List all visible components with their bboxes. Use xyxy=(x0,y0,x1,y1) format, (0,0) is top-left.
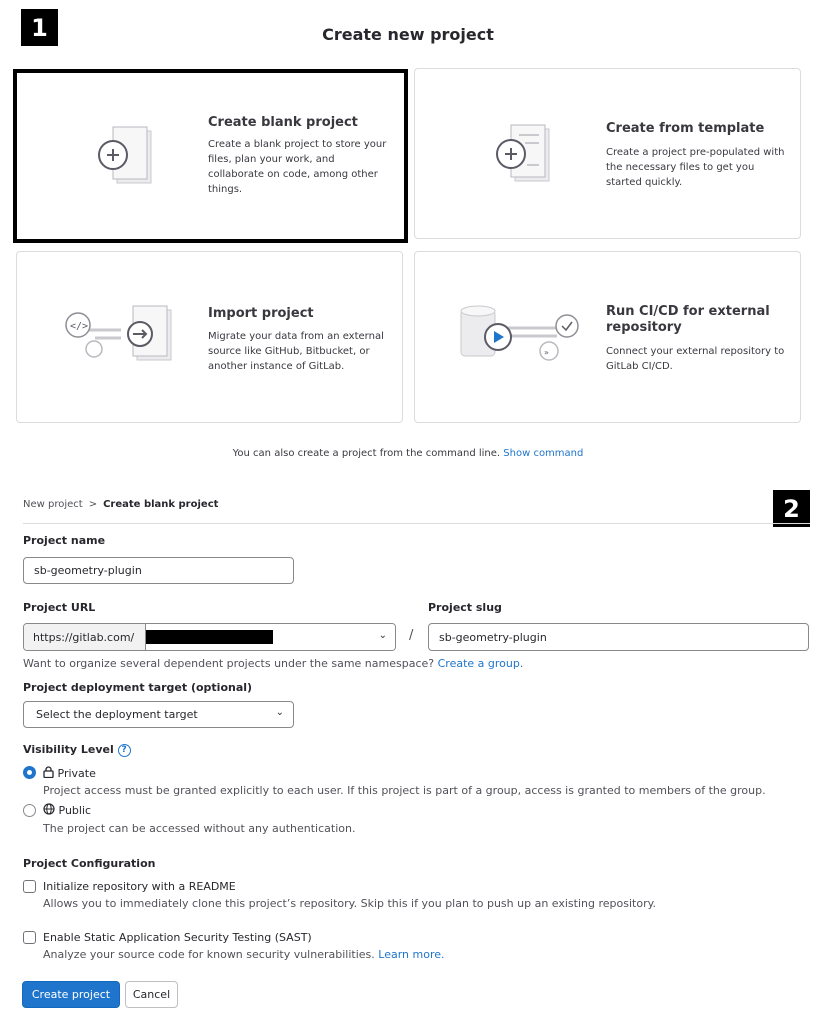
svg-text:</>: </> xyxy=(70,321,88,332)
public-option-help: The project can be accessed without any … xyxy=(43,822,356,835)
blank-project-illustration xyxy=(98,126,152,184)
lock-icon xyxy=(43,766,54,779)
project-slug-input[interactable]: sb-geometry-plugin xyxy=(428,623,809,651)
command-line-text: You can also create a project from the c… xyxy=(232,448,501,459)
cancel-button[interactable]: Cancel xyxy=(125,981,178,1008)
public-option-label: Public xyxy=(43,803,91,817)
visibility-level-label: Visibility Level ? xyxy=(23,743,131,757)
step-badge-2: 2 xyxy=(773,490,810,527)
run-cicd-external-repo-card[interactable]: » Run CI/CD for external repository Conn… xyxy=(414,251,801,423)
project-slug-label: Project slug xyxy=(428,601,502,614)
namespace-select[interactable]: ⌄ xyxy=(146,624,395,650)
deployment-target-label: Project deployment target (optional) xyxy=(23,681,253,694)
project-name-input[interactable]: sb-geometry-plugin xyxy=(23,557,294,584)
private-option-label: Private xyxy=(43,766,96,780)
card-title: Create from template xyxy=(606,121,765,136)
sast-option-help: Analyze your source code for known secur… xyxy=(43,948,445,961)
redacted-namespace xyxy=(146,630,273,644)
sast-help-text: Analyze your source code for known secur… xyxy=(43,948,375,961)
create-from-template-card[interactable]: Create from template Create a project pr… xyxy=(414,68,801,239)
readme-option-help: Allows you to immediately clone this pro… xyxy=(43,897,657,910)
sast-checkbox[interactable] xyxy=(23,931,36,944)
private-option-help: Project access must be granted explicitl… xyxy=(43,784,766,797)
card-description: Create a blank project to store your fil… xyxy=(208,139,387,195)
readme-option-label: Initialize repository with a README xyxy=(43,880,236,893)
group-help-text: Want to organize several dependent proje… xyxy=(23,657,523,670)
breadcrumb: New project > Create blank project xyxy=(23,499,218,510)
card-description: Connect your external repository to GitL… xyxy=(606,346,785,372)
project-name-label: Project name xyxy=(23,534,106,547)
card-title: Import project xyxy=(208,306,314,321)
show-command-link[interactable]: Show command xyxy=(503,448,583,459)
import-project-illustration: </> xyxy=(65,305,172,361)
deployment-target-select[interactable]: Select the deployment target ⌄ xyxy=(23,701,294,728)
public-label-text: Public xyxy=(58,804,92,817)
chevron-down-icon: ⌄ xyxy=(378,630,387,641)
svg-text:»: » xyxy=(544,348,549,357)
create-group-link[interactable]: Create a group. xyxy=(438,657,524,670)
group-help-message: Want to organize several dependent proje… xyxy=(23,657,435,670)
divider xyxy=(23,523,810,524)
card-title: Run CI/CD for external repository xyxy=(606,304,770,335)
slug-separator: / xyxy=(409,628,414,643)
create-blank-project-card[interactable]: Create blank project Create a blank proj… xyxy=(13,69,408,243)
chevron-down-icon: ⌄ xyxy=(275,707,284,718)
card-title: Create blank project xyxy=(208,115,358,130)
project-url-group: https://gitlab.com/ ⌄ xyxy=(23,623,396,651)
deployment-target-value: Select the deployment target xyxy=(36,708,198,721)
command-line-hint: You can also create a project from the c… xyxy=(0,448,816,459)
public-radio[interactable] xyxy=(23,804,36,817)
private-radio[interactable] xyxy=(23,766,36,779)
page-title: Create new project xyxy=(322,25,494,44)
private-label-text: Private xyxy=(57,767,96,780)
project-url-prefix: https://gitlab.com/ xyxy=(24,624,146,650)
card-description: Create a project pre-populated with the … xyxy=(606,147,785,188)
import-project-card[interactable]: </> Import project Migrate your data fro… xyxy=(16,251,403,423)
sast-option-label: Enable Static Application Security Testi… xyxy=(43,931,312,944)
breadcrumb-new-project[interactable]: New project xyxy=(23,499,83,510)
project-configuration-label: Project Configuration xyxy=(23,857,156,870)
visibility-level-text: Visibility Level xyxy=(23,743,114,756)
readme-checkbox[interactable] xyxy=(23,880,36,893)
help-icon[interactable]: ? xyxy=(117,743,131,757)
breadcrumb-current: Create blank project xyxy=(103,499,219,510)
create-project-button[interactable]: Create project xyxy=(22,981,120,1008)
template-project-illustration xyxy=(496,124,550,182)
globe-icon xyxy=(43,803,55,815)
project-url-label: Project URL xyxy=(23,601,96,614)
cicd-illustration: » xyxy=(460,305,579,361)
learn-more-link[interactable]: Learn more. xyxy=(378,948,444,961)
card-description: Migrate your data from an external sourc… xyxy=(208,331,384,372)
breadcrumb-separator: > xyxy=(88,499,98,510)
